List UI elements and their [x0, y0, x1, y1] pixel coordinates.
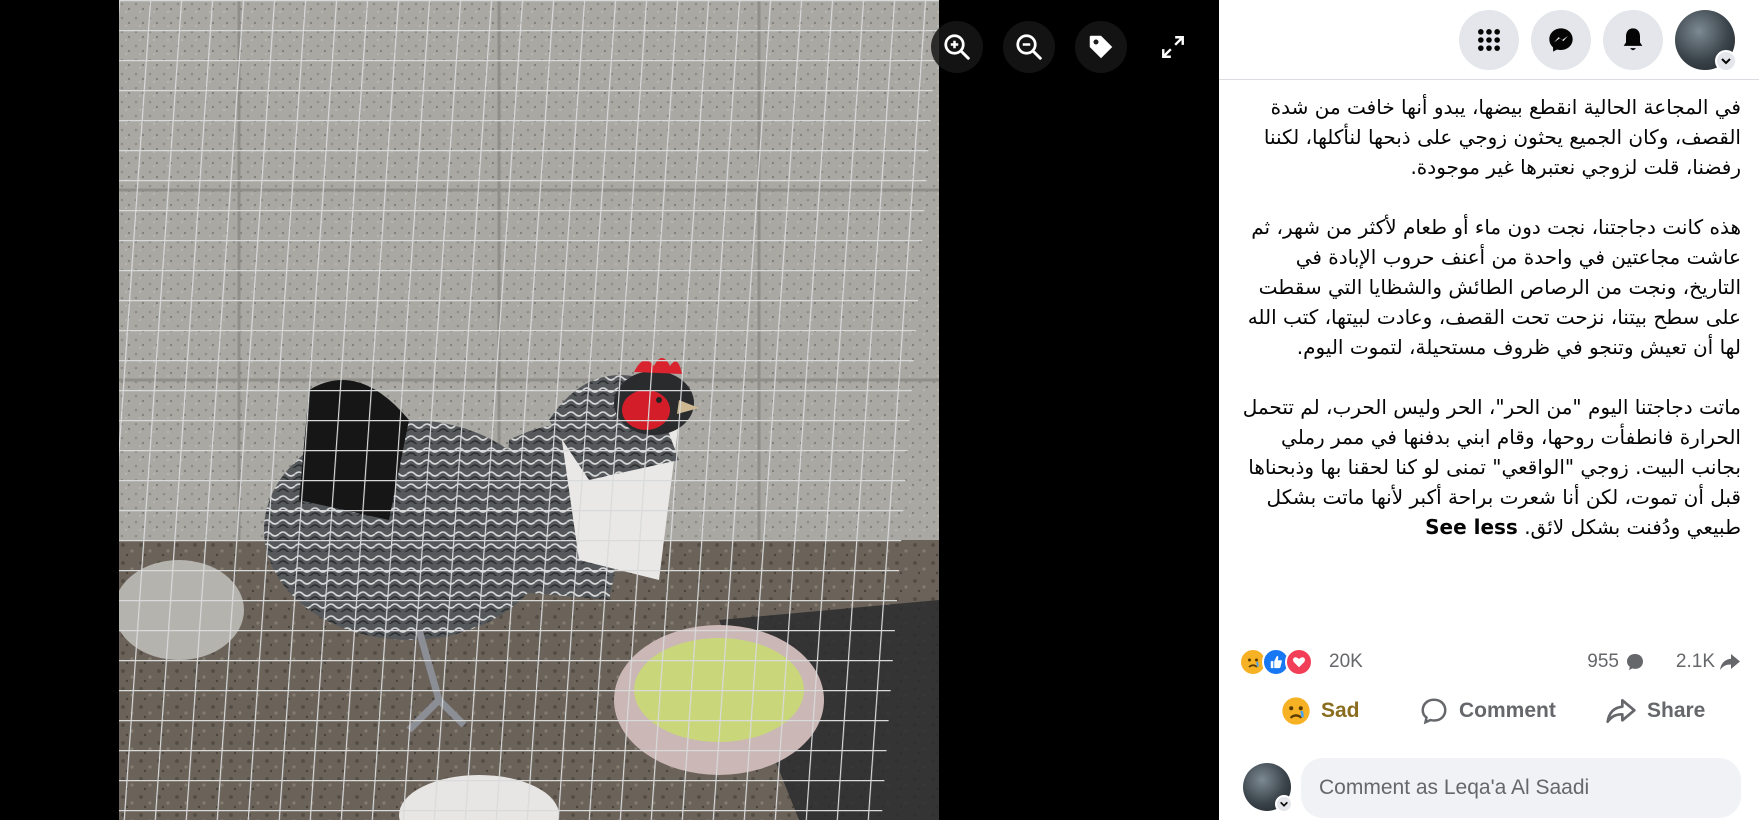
account-avatar[interactable]	[1675, 10, 1737, 72]
photo-viewer	[0, 0, 1219, 820]
comment-button[interactable]: Comment	[1419, 686, 1556, 736]
see-less-link[interactable]: See less	[1425, 515, 1518, 539]
sad-reaction-button[interactable]: Sad	[1281, 686, 1360, 736]
notifications-button[interactable]	[1603, 10, 1663, 70]
post-paragraph: ماتت دجاجتنا اليوم "من الحر"، الحر وليس …	[1239, 392, 1741, 542]
messenger-button[interactable]	[1531, 10, 1591, 70]
comment-label: Comment	[1459, 699, 1556, 722]
reactions-summary: 20K 955 2.1K	[1239, 648, 1741, 676]
zoom-out-button[interactable]	[1003, 21, 1055, 73]
messenger-icon	[1549, 28, 1573, 52]
love-icon	[1285, 648, 1313, 676]
comment-icon	[1421, 698, 1447, 725]
reaction-count[interactable]: 20K	[1329, 651, 1363, 673]
share-arrow-icon	[1720, 654, 1740, 670]
fullscreen-icon	[1162, 36, 1184, 58]
top-bar	[1219, 0, 1759, 80]
post-photo	[119, 0, 939, 820]
menu-button[interactable]	[1459, 10, 1519, 70]
post-paragraph: في المجاعة الحالية انقطع بيضها، يبدو أنه…	[1263, 95, 1741, 179]
share-count[interactable]: 2.1K	[1676, 651, 1741, 673]
comment-bubble-icon	[1627, 654, 1643, 670]
share-icon	[1606, 699, 1636, 724]
comment-input[interactable]	[1301, 758, 1741, 818]
post-text: في المجاعة الحالية انقطع بيضها، يبدو أنه…	[1239, 92, 1741, 572]
post-actions: Sad Comment Share	[1219, 686, 1759, 736]
fullscreen-button[interactable]	[1147, 21, 1199, 73]
menu-grid-icon	[1478, 29, 1500, 51]
composer-avatar[interactable]	[1243, 763, 1293, 813]
zoom-in-button[interactable]	[931, 21, 983, 73]
zoom-out-icon	[1016, 34, 1042, 60]
post-panel: في المجاعة الحالية انقطع بيضها، يبدو أنه…	[1219, 0, 1759, 820]
tag-photo-button[interactable]	[1075, 21, 1127, 73]
zoom-in-icon	[944, 34, 970, 60]
share-button[interactable]: Share	[1605, 686, 1705, 736]
sad-label: Sad	[1321, 699, 1360, 722]
sad-emoji-icon	[1282, 697, 1310, 725]
tag-icon	[1089, 35, 1113, 59]
chicken-in-cage-image	[119, 0, 939, 820]
chevron-down-icon	[1275, 795, 1293, 813]
share-label: Share	[1647, 699, 1706, 722]
comment-count[interactable]: 955	[1587, 651, 1645, 673]
bell-icon	[1623, 28, 1643, 51]
post-paragraph: هذه كانت دجاجتنا، نجت دون ماء أو طعام لأ…	[1247, 215, 1741, 359]
share-count-value: 2.1K	[1675, 651, 1715, 672]
chevron-down-icon	[1715, 50, 1737, 72]
reaction-icons[interactable]	[1239, 648, 1313, 676]
comment-count-value: 955	[1587, 651, 1619, 672]
